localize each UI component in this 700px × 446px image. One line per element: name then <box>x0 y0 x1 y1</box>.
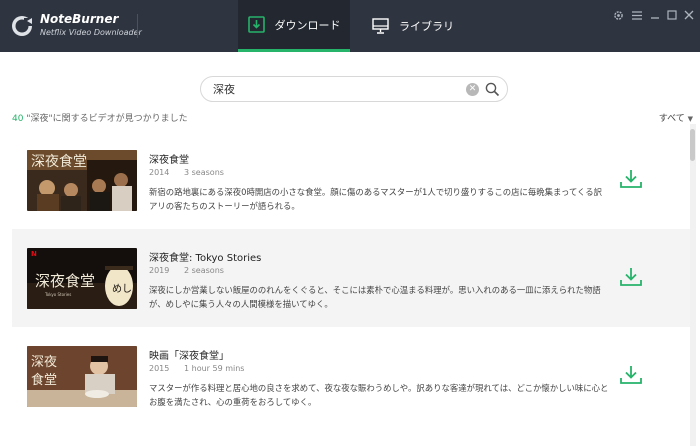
noteburner-logo-icon <box>12 16 32 36</box>
result-count-number: 40 <box>12 114 24 124</box>
item-year: 2019 <box>149 266 170 275</box>
item-duration: 1 hour 59 mins <box>184 364 245 373</box>
svg-text:めし: めし <box>112 283 132 295</box>
item-year: 2015 <box>149 364 170 373</box>
sort-label: すべて <box>658 114 685 124</box>
thumbnail-image: 深夜食堂 <box>27 150 137 211</box>
item-description: 新宿の路地裏にある深夜0時開店の小さな食堂。顔に傷のあるマスターが1人で切り盛り… <box>149 187 603 211</box>
item-description: マスターが作る料理と居心地の良さを求めて、夜な夜な賑わうめしや。訳ありな客達が現… <box>149 383 609 407</box>
title-bar: NoteBurner Netflix Video Downloader ダウンロ… <box>0 0 700 52</box>
item-seasons: 2 seasons <box>184 266 224 275</box>
tab-download-label: ダウンロード <box>274 18 341 32</box>
result-count-text: "深夜"に関するビデオが見つかりました <box>23 114 188 124</box>
search-input[interactable] <box>213 81 453 97</box>
search-box: ✕ <box>200 76 508 102</box>
svg-text:深夜食堂: 深夜食堂 <box>35 272 95 290</box>
menu-icon[interactable] <box>630 8 644 22</box>
svg-text:深夜食堂: 深夜食堂 <box>31 153 87 170</box>
svg-text:深夜: 深夜 <box>31 355 57 370</box>
download-icon <box>247 16 265 33</box>
item-seasons: 3 seasons <box>184 168 224 177</box>
minimize-icon[interactable] <box>648 8 662 22</box>
list-item: めし N 深夜食堂 Tokyo Stories 深夜食堂: Tokyo Stor… <box>12 229 690 327</box>
brand-divider <box>137 14 138 38</box>
results-list: 深夜食堂 深夜食堂 2014 3 seasons 新宿の路地裏にある深夜0時開店… <box>12 131 690 425</box>
item-description: 深夜にしか営業しない飯屋ののれんをくぐると、そこには素朴で心温まる料理が。思い入… <box>149 285 601 309</box>
brand-subtitle: Netflix Video Downloader <box>40 28 142 37</box>
close-icon[interactable] <box>682 8 696 22</box>
result-count: 40 "深夜"に関するビデオが見つかりました <box>12 111 188 124</box>
list-item: 深夜食堂 深夜食堂 2014 3 seasons 新宿の路地裏にある深夜0時開店… <box>12 131 690 229</box>
download-icon[interactable] <box>620 365 642 385</box>
item-title: 映画「深夜食堂」 <box>149 351 229 362</box>
sort-dropdown[interactable]: すべて ▼ <box>659 111 693 124</box>
list-item: 深夜 食堂 映画「深夜食堂」 2015 1 hour 59 mins マスターが… <box>12 327 690 425</box>
thumbnail-image: めし N 深夜食堂 Tokyo Stories <box>27 248 137 309</box>
svg-text:食堂: 食堂 <box>31 372 57 388</box>
clear-search-icon[interactable]: ✕ <box>466 83 479 96</box>
scrollbar-thumb[interactable] <box>690 129 695 161</box>
download-icon[interactable] <box>620 169 642 189</box>
svg-text:N: N <box>31 250 37 258</box>
thumbnail-image: 深夜 食堂 <box>27 346 137 407</box>
gear-icon[interactable] <box>611 8 625 22</box>
download-icon[interactable] <box>620 267 642 287</box>
monitor-icon <box>372 18 389 34</box>
brand-title: NoteBurner <box>40 12 119 26</box>
tab-download[interactable]: ダウンロード <box>238 0 350 52</box>
chevron-down-icon: ▼ <box>687 115 693 123</box>
search-icon[interactable] <box>485 82 500 97</box>
scrollbar-track[interactable] <box>690 124 696 446</box>
item-year: 2014 <box>149 168 170 177</box>
item-title: 深夜食堂: Tokyo Stories <box>149 253 262 264</box>
item-title: 深夜食堂 <box>149 155 189 166</box>
svg-text:Tokyo Stories: Tokyo Stories <box>44 292 71 297</box>
maximize-icon[interactable] <box>665 8 679 22</box>
tab-library[interactable]: ライブラリ <box>372 0 462 52</box>
tab-library-label: ライブラリ <box>399 20 454 33</box>
